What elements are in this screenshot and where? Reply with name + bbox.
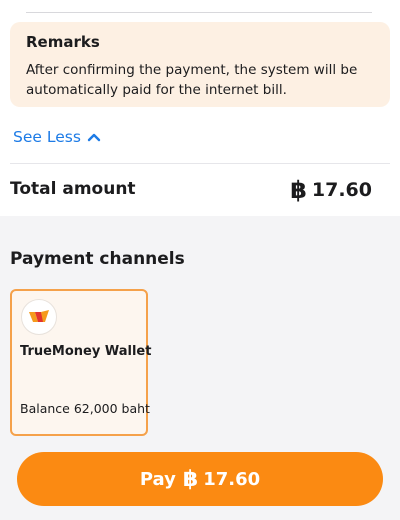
baht-symbol: ฿ (182, 466, 199, 492)
pay-button-amount: 17.60 (203, 468, 261, 490)
pay-button-label: Pay (139, 468, 176, 490)
baht-symbol: ฿ (290, 176, 307, 204)
remarks-box: Remarks After confirming the payment, th… (10, 22, 390, 107)
truemoney-wallet-logo (21, 299, 57, 335)
divider (26, 12, 372, 13)
remarks-text: After confirming the payment, the system… (26, 62, 358, 98)
remarks-title: Remarks (26, 33, 100, 51)
payment-channels-title: Payment channels (10, 249, 185, 269)
total-amount-label: Total amount (10, 179, 136, 199)
divider (10, 163, 390, 164)
payment-channel-truemoney-wallet[interactable]: TrueMoney Wallet Balance 62,000 baht (10, 289, 152, 436)
channel-balance: Balance 62,000 baht (20, 401, 150, 416)
total-amount-number: 17.60 (311, 179, 372, 201)
pay-button[interactable]: Pay ฿ 17.60 (17, 452, 383, 506)
total-amount-value: ฿ 17.60 (290, 176, 372, 204)
channel-name: TrueMoney Wallet (20, 344, 152, 359)
chevron-up-icon (87, 133, 101, 142)
order-summary-card: Remarks After confirming the payment, th… (0, 0, 400, 216)
see-less-toggle[interactable]: See Less (13, 126, 101, 148)
see-less-label: See Less (13, 128, 81, 146)
